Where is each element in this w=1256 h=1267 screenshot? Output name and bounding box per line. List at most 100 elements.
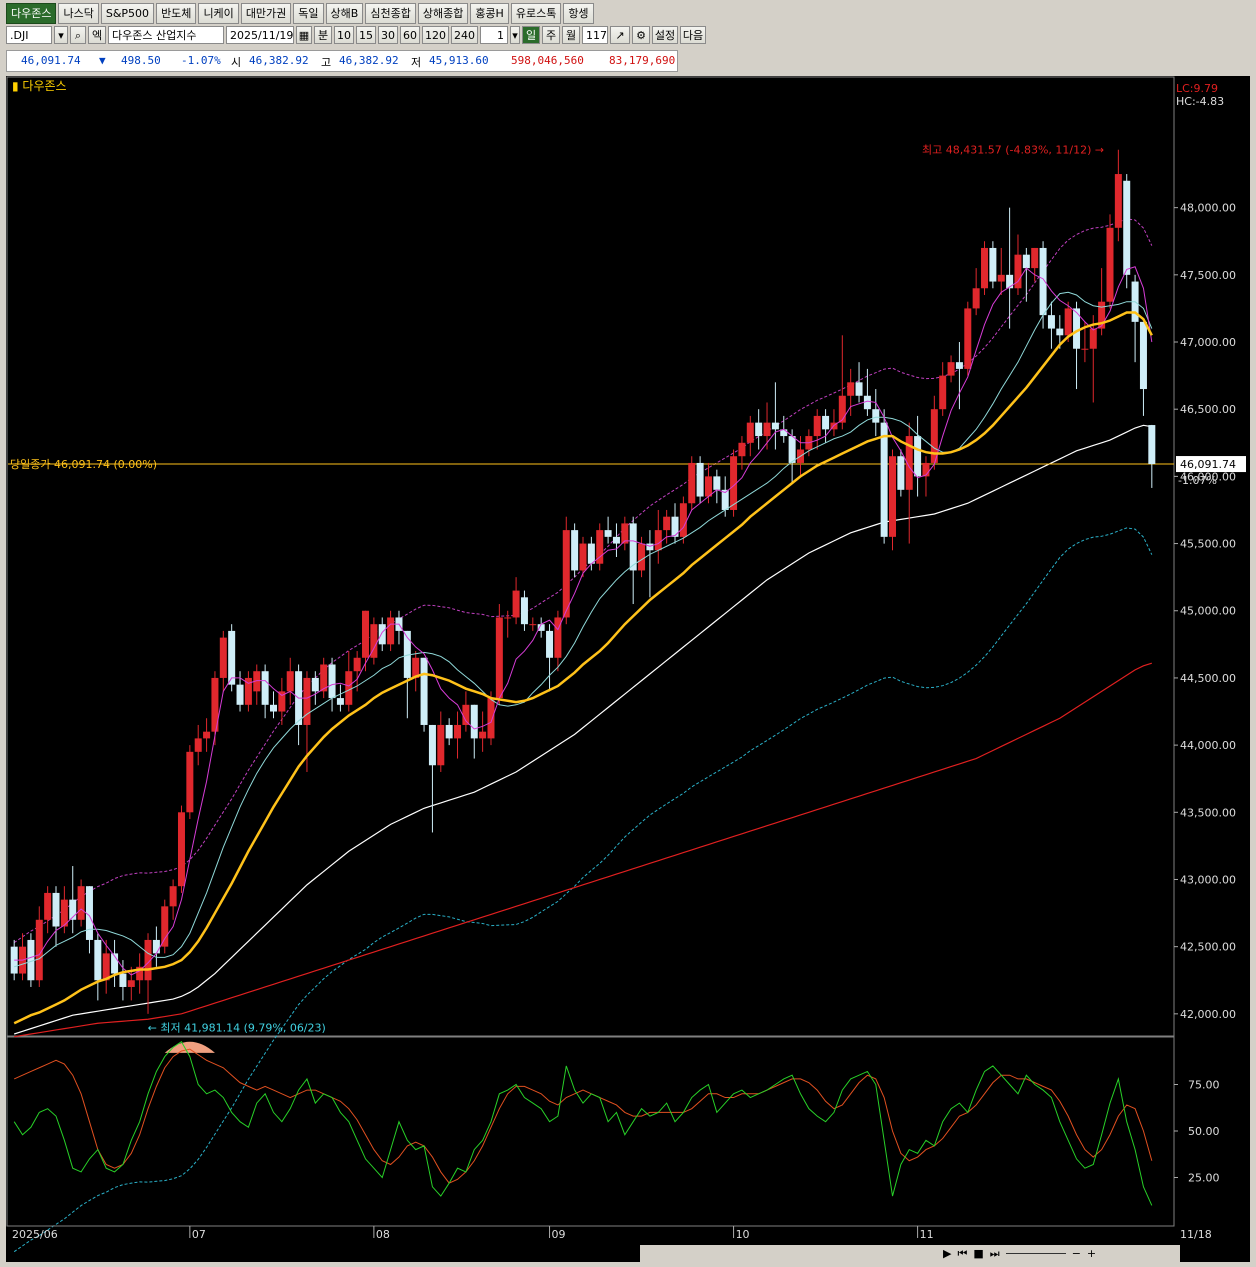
tab-2[interactable]: S&P500: [100, 3, 155, 24]
osc-y-tick-label: 25.00: [1188, 1172, 1220, 1185]
next-button[interactable]: 다음: [680, 26, 706, 44]
candle-body: [1064, 308, 1072, 336]
candle-body: [529, 624, 537, 626]
tab-5[interactable]: 대만가권: [240, 3, 292, 24]
candle-body: [102, 953, 110, 981]
candle-body: [746, 422, 754, 443]
last-icon[interactable]: ⏭: [990, 1247, 1000, 1261]
month-button[interactable]: 월: [562, 26, 580, 44]
candle-body: [487, 698, 495, 739]
candle-body: [1056, 328, 1064, 336]
tab-0[interactable]: 다우존스: [6, 3, 57, 24]
kind-button[interactable]: 엑: [88, 26, 106, 44]
quote-bar: 46,091.74 ▼ 498.50 -1.07% 시 46,382.92 고 …: [6, 50, 678, 72]
period-button-30[interactable]: 30: [378, 26, 398, 44]
date-input[interactable]: 2025/11/19: [226, 26, 294, 44]
tab-9[interactable]: 상해종합: [417, 3, 469, 24]
quote-change-pct: -1.07%: [181, 54, 221, 67]
candle-body: [520, 597, 528, 625]
settings-button[interactable]: 설정: [652, 26, 678, 44]
candle-body: [495, 617, 503, 699]
tab-11[interactable]: 유로스톡: [510, 3, 562, 24]
gear-icon[interactable]: ⚙: [632, 26, 650, 44]
y-tick-label: 43,500.00: [1180, 806, 1236, 819]
quote-amount: 83,179,690: [609, 54, 676, 67]
candle-body: [1114, 174, 1122, 228]
period-button-10[interactable]: 10: [334, 26, 354, 44]
code-input[interactable]: .DJI: [6, 26, 52, 44]
tab-1[interactable]: 나스닥: [58, 3, 99, 24]
period-button-120[interactable]: 120: [422, 26, 449, 44]
x-tick-label: 2025/06: [12, 1228, 58, 1241]
candle-body: [755, 422, 763, 437]
candle-body: [788, 436, 796, 463]
candle-body: [328, 664, 336, 699]
tab-8[interactable]: 심천종합: [365, 3, 416, 24]
first-icon[interactable]: ⏮: [957, 1247, 967, 1261]
count-spin-button[interactable]: ▾: [510, 26, 520, 44]
candle-body: [186, 751, 194, 813]
candle-body: [612, 536, 620, 544]
candle-body: [713, 476, 721, 490]
y-tick-label: 47,000.00: [1180, 336, 1236, 349]
x-tick-label: 07: [192, 1228, 206, 1241]
candle-body: [897, 456, 905, 490]
lower-band-line: [13, 527, 1153, 1253]
candle-body: [85, 886, 93, 940]
osc-y-tick-label: 50.00: [1188, 1125, 1220, 1138]
minute-button[interactable]: 분: [314, 26, 332, 44]
tab-12[interactable]: 항셍: [563, 3, 594, 24]
period-button-15[interactable]: 15: [356, 26, 376, 44]
tab-7[interactable]: 상해B: [325, 3, 364, 24]
current-price-text: 46,091.74: [1180, 458, 1236, 471]
candle-body: [152, 939, 160, 954]
search-icon[interactable]: ⌕: [70, 26, 86, 44]
candle-body: [1123, 180, 1131, 275]
candle-body: [52, 892, 60, 927]
oscillator-panel-border: [6, 1035, 1175, 1227]
horizontal-scrollbar[interactable]: [640, 1245, 940, 1262]
zoom-slider[interactable]: [1005, 1253, 1066, 1254]
candle-body: [763, 422, 771, 437]
zoom-in-icon[interactable]: +: [1087, 1247, 1096, 1260]
overbought-fill: [164, 1041, 215, 1053]
period-button-60[interactable]: 60: [400, 26, 420, 44]
week-button[interactable]: 주: [542, 26, 560, 44]
candle-body: [704, 476, 712, 497]
count-input-1[interactable]: 1: [480, 26, 508, 44]
low-label: 저: [411, 56, 422, 69]
candle-body: [44, 892, 52, 920]
day-button[interactable]: 일: [522, 26, 540, 44]
candle-body: [462, 704, 470, 725]
toolbar: .DJI ▾ ⌕ 엑 다우존스 산업지수 2025/11/19 ▦ 분 10 15…: [6, 25, 708, 45]
candle-body: [863, 395, 871, 410]
candle-body: [579, 543, 587, 571]
candle-body: [77, 886, 85, 920]
period-button-240[interactable]: 240: [451, 26, 478, 44]
candle-body: [855, 382, 863, 396]
candle-body: [119, 973, 127, 987]
tab-4[interactable]: 니케이: [198, 3, 239, 24]
code-dropdown-button[interactable]: ▾: [54, 26, 68, 44]
candle-body: [378, 624, 386, 645]
candle-body: [646, 543, 654, 551]
candle-body: [1081, 348, 1089, 350]
tab-3[interactable]: 반도체: [156, 3, 197, 24]
candle-body: [587, 543, 595, 564]
period-buttons: 10 15 30 60 120 240: [334, 26, 480, 44]
chart-area[interactable]: 42,000.00 42,500.00 43,000.00 43,500.00 44,0…: [6, 76, 1250, 1262]
calendar-icon[interactable]: ▦: [296, 26, 312, 44]
stop-icon[interactable]: ■: [973, 1247, 983, 1260]
play-icon[interactable]: ▶: [943, 1247, 951, 1260]
candle-body: [345, 671, 353, 705]
market-tabs: 다우존스 나스닥 S&P500 반도체 니케이 대만가권 독일 상해B 심천종합 상해종합 홍콩H 유…: [6, 3, 596, 24]
ma20-line: [13, 311, 1153, 1025]
zoom-out-icon[interactable]: −: [1072, 1247, 1081, 1260]
tool-icon[interactable]: ↗: [610, 26, 630, 44]
tab-6[interactable]: 독일: [293, 3, 324, 24]
name-field: 다우존스 산업지수: [108, 26, 224, 44]
tab-10[interactable]: 홍콩H: [470, 3, 509, 24]
count-input-2[interactable]: 117: [582, 26, 608, 44]
chart-title: ▮ 다우존스: [12, 79, 67, 93]
stoch-k-line: [13, 1041, 1153, 1206]
